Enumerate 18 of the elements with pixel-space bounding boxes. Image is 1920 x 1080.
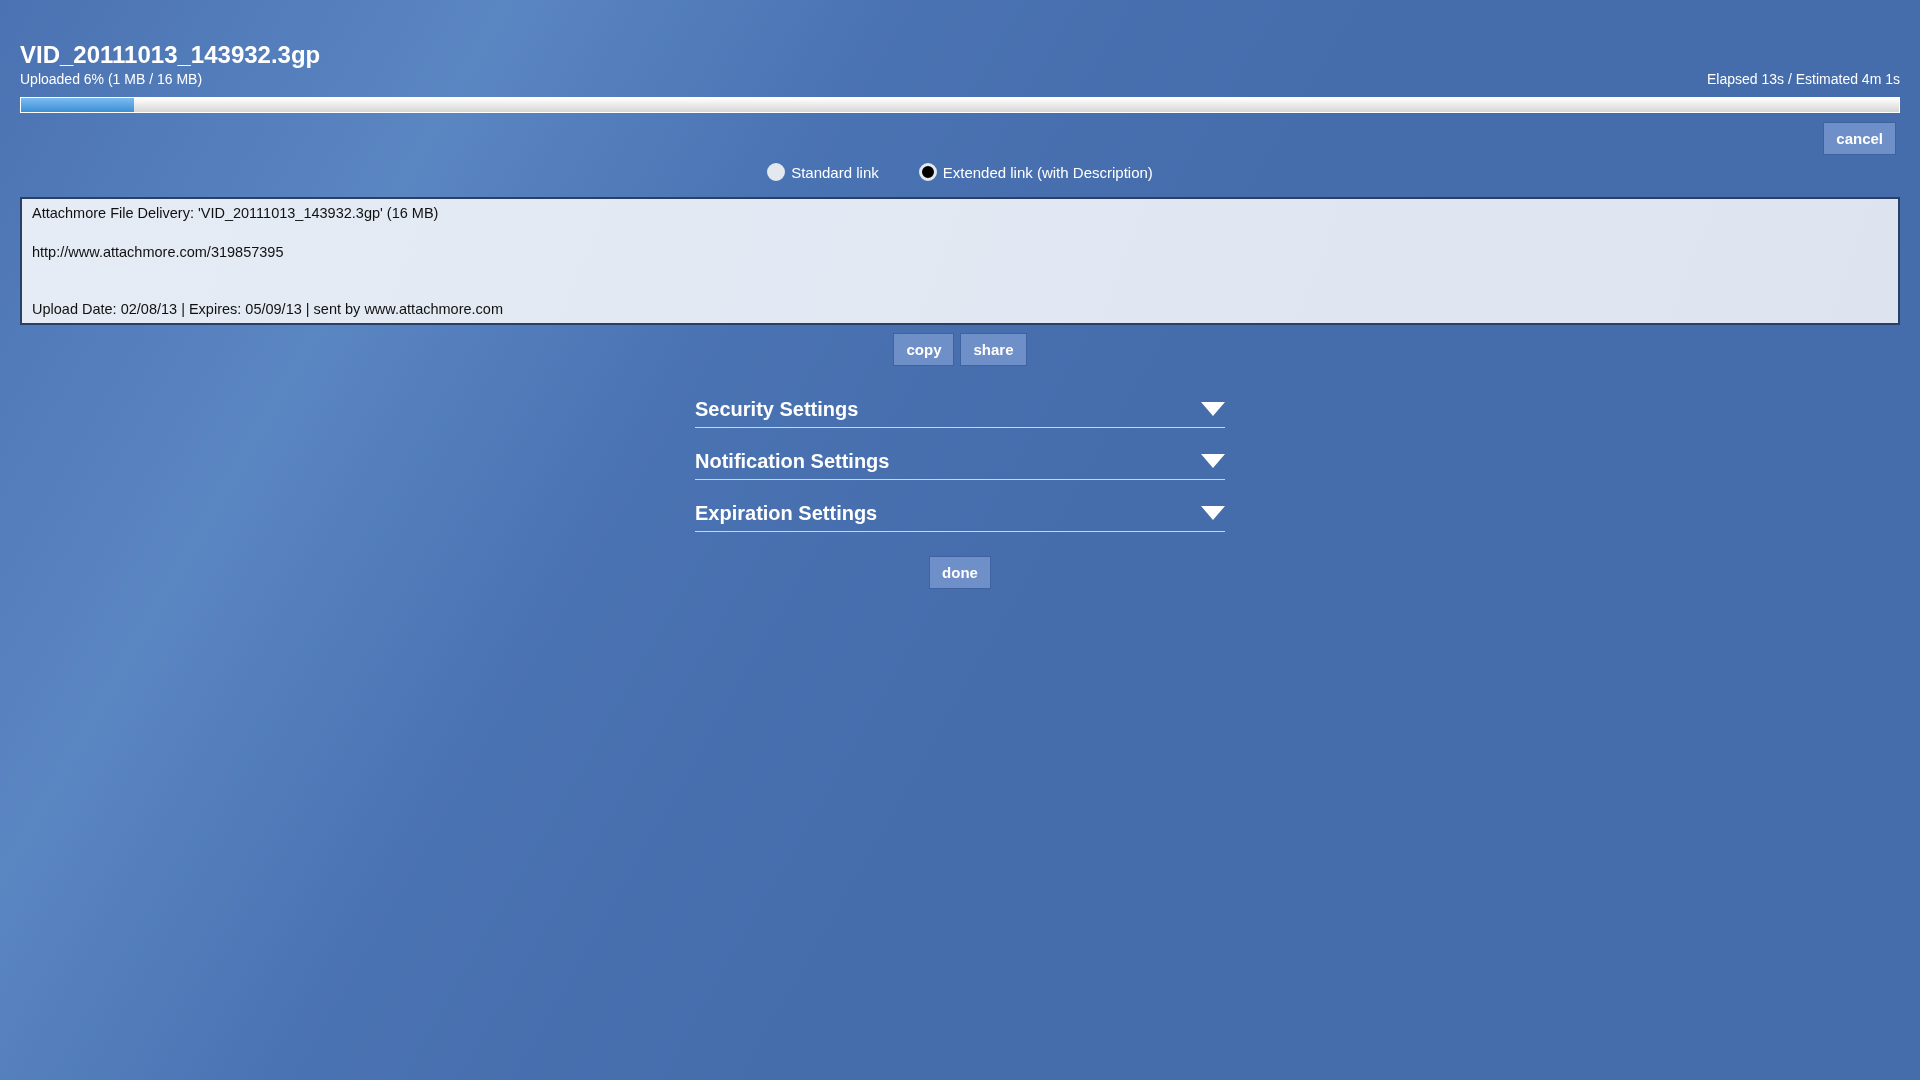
link-type-radio[interactable]: Standard link — [767, 163, 879, 181]
expand-triangle-icon — [1201, 402, 1225, 416]
link-text-field[interactable]: Attachmore File Delivery: 'VID_20111013_143932.3gp' (16 MB) http://www.attachmore.com/319857395 Upload Date: 02/08/13 | Expires: 05/09/13 | sent by www.attachmore.com — [20, 197, 1900, 325]
upload-status: Uploaded 6% (1 MB / 16 MB) — [20, 70, 204, 88]
cancel-button[interactable]: cancel — [1823, 122, 1896, 155]
copy-button[interactable]: copy — [893, 333, 955, 366]
radio-circle-icon[interactable] — [918, 163, 937, 181]
upload-timing: Elapsed 13s / Estimated 4m 1s — [1707, 70, 1900, 88]
settings-section-header[interactable]: Security Settings — [695, 394, 1225, 428]
settings-section-header[interactable]: Expiration Settings — [695, 498, 1225, 532]
share-button[interactable]: share — [960, 333, 1027, 366]
settings-section-header[interactable]: Notification Settings — [695, 446, 1225, 480]
file-name: VID_20111013_143932.3gp — [20, 40, 321, 70]
expand-triangle-icon — [1201, 454, 1225, 468]
done-button[interactable]: done — [929, 556, 991, 589]
radio-circle-icon[interactable] — [767, 163, 786, 181]
link-type-radio[interactable]: Extended link (with Description) — [918, 163, 1153, 181]
expand-triangle-icon — [1201, 506, 1225, 520]
